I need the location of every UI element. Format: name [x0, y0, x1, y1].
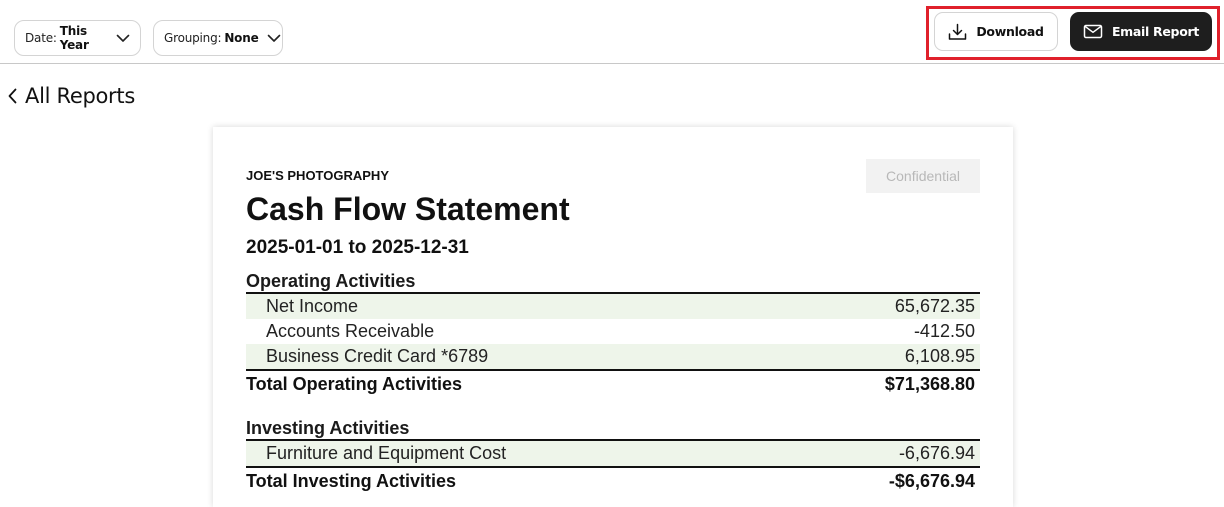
row-amount: -6,676.94	[898, 443, 975, 463]
mail-icon	[1083, 24, 1103, 39]
row-amount: 6,108.95	[904, 346, 975, 366]
section-heading: Investing Activities	[246, 417, 980, 441]
report-row: Business Credit Card *6789 6,108.95	[246, 344, 980, 369]
total-amount: $71,368.80	[884, 373, 975, 394]
grouping-filter-label: Grouping:	[164, 31, 222, 45]
download-icon	[948, 23, 967, 41]
section-heading: Operating Activities	[246, 270, 980, 294]
total-amount: -$6,676.94	[888, 470, 975, 491]
row-name: Furniture and Equipment Cost	[266, 443, 507, 463]
company-name: JOE'S PHOTOGRAPHY	[246, 168, 389, 183]
all-reports-back-link[interactable]: All Reports	[8, 84, 135, 108]
total-label: Total Operating Activities	[246, 373, 463, 394]
back-link-label: All Reports	[25, 84, 135, 108]
row-name: Net Income	[266, 296, 359, 316]
grouping-filter-dropdown[interactable]: Grouping: None	[153, 20, 283, 56]
operating-activities-section: Operating Activities Net Income 65,672.3…	[246, 270, 980, 397]
date-filter-value: This Year	[59, 24, 89, 52]
grouping-filter-value: None	[224, 31, 259, 45]
report-row: Net Income 65,672.35	[246, 294, 980, 319]
report-card: JOE'S PHOTOGRAPHY Confidential Cash Flow…	[213, 127, 1013, 507]
date-filter-dropdown[interactable]: Date: This Year	[14, 20, 141, 56]
email-report-button-label: Email Report	[1111, 24, 1200, 39]
download-button-label: Download	[976, 24, 1044, 39]
confidential-badge: Confidential	[866, 159, 980, 193]
report-row: Furniture and Equipment Cost -6,676.94	[246, 441, 980, 466]
row-name: Business Credit Card *6789	[266, 346, 489, 366]
row-amount: 65,672.35	[894, 296, 975, 316]
chevron-left-icon	[8, 88, 17, 104]
report-title: Cash Flow Statement	[246, 191, 570, 227]
chevron-down-icon	[116, 34, 130, 43]
investing-activities-section: Investing Activities Furniture and Equip…	[246, 417, 980, 494]
total-label: Total Investing Activities	[246, 470, 457, 491]
section-total-row: Total Investing Activities -$6,676.94	[246, 466, 980, 494]
row-amount: -412.50	[913, 321, 975, 341]
email-report-button[interactable]: Email Report	[1070, 12, 1212, 51]
report-toolbar: Date: This Year Grouping: None Download …	[0, 0, 1224, 64]
report-period: 2025-01-01 to 2025-12-31	[246, 237, 469, 258]
section-total-row: Total Operating Activities $71,368.80	[246, 369, 980, 397]
download-button[interactable]: Download	[934, 12, 1058, 51]
report-row: Accounts Receivable -412.50	[246, 319, 980, 344]
chevron-down-icon	[267, 34, 281, 43]
row-name: Accounts Receivable	[266, 321, 435, 341]
date-filter-label: Date:	[25, 31, 57, 45]
